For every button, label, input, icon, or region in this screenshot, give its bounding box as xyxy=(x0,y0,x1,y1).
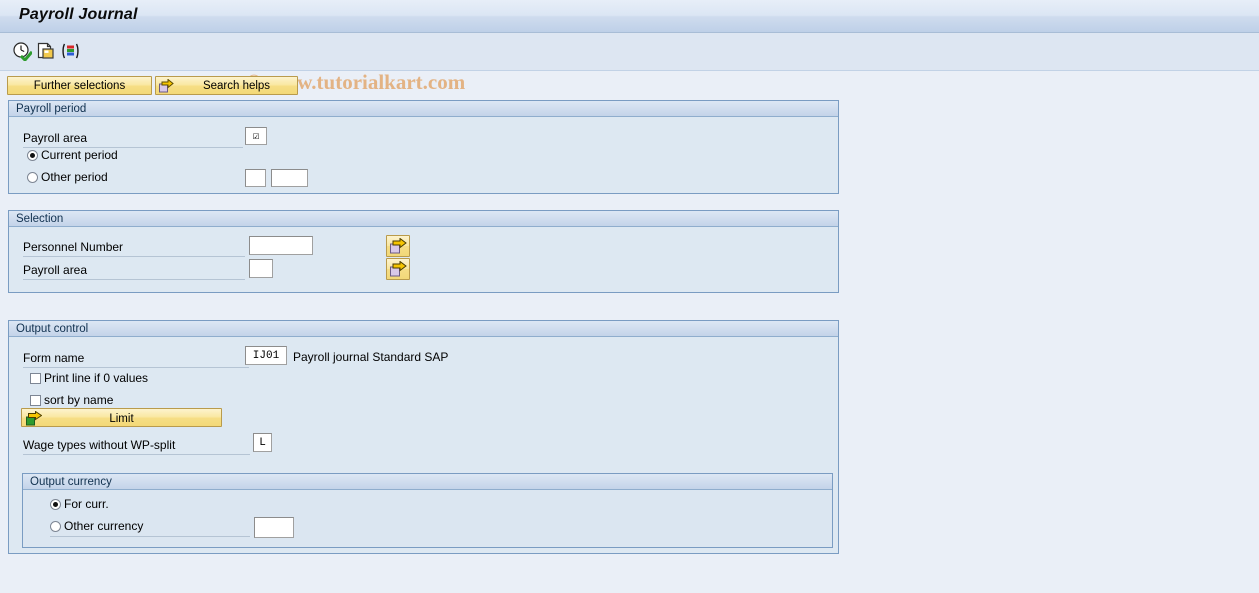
radio-other-currency-label: Other currency xyxy=(64,519,144,533)
display-layout-icon[interactable] xyxy=(60,41,80,61)
field-underline xyxy=(23,367,249,368)
search-helps-button[interactable]: Search helps xyxy=(155,76,298,95)
wage-types-input[interactable] xyxy=(253,433,272,452)
payroll-area-period-field-wrap xyxy=(245,127,267,145)
radio-current-period-dot xyxy=(27,150,38,161)
personnel-number-multi-select-button[interactable] xyxy=(386,235,410,257)
radio-for-curr-dot xyxy=(50,499,61,510)
field-underline xyxy=(23,454,250,455)
selection-button-row: Further selections Search helps xyxy=(0,71,1259,99)
arrow-right-icon xyxy=(390,261,407,277)
output-currency-body: For curr. Other currency xyxy=(23,490,832,547)
wage-types-label: Wage types without WP-split xyxy=(23,438,176,452)
arrow-right-icon xyxy=(159,78,174,93)
output-control-legend: Output control xyxy=(9,321,838,337)
radio-other-currency[interactable]: Other currency xyxy=(50,520,143,533)
field-underline xyxy=(50,536,250,537)
selection-group: Selection Personnel Number Payroll area xyxy=(8,210,839,293)
radio-other-period-dot xyxy=(27,172,38,183)
checkbox-sort-by-name[interactable]: sort by name xyxy=(30,394,113,407)
radio-current-period[interactable]: Current period xyxy=(27,149,118,162)
form-name-description: Payroll journal Standard SAP xyxy=(293,350,449,364)
checkbox-sort-by-name-label: sort by name xyxy=(44,393,114,407)
radio-for-curr-label: For curr. xyxy=(64,497,109,511)
checkbox-print-line-label: Print line if 0 values xyxy=(44,371,149,385)
further-selections-button[interactable]: Further selections xyxy=(7,76,152,95)
payroll-area-selection-input[interactable] xyxy=(249,259,273,278)
checkbox-sort-by-name-box xyxy=(30,395,41,406)
field-underline xyxy=(23,279,245,280)
output-currency-group: Output currency For curr. Other currency xyxy=(22,473,833,548)
selection-body: Personnel Number Payroll area xyxy=(9,227,838,292)
selection-legend: Selection xyxy=(9,211,838,227)
output-currency-legend: Output currency xyxy=(23,474,832,490)
other-period-input-1[interactable] xyxy=(245,169,266,187)
limit-button[interactable]: Limit xyxy=(21,408,222,427)
field-underline xyxy=(23,256,245,257)
output-control-body: Form name Payroll journal Standard SAP P… xyxy=(9,337,838,553)
payroll-area-period-label: Payroll area xyxy=(23,131,88,145)
radio-current-period-label: Current period xyxy=(41,148,118,162)
payroll-period-group: Payroll period Payroll area Current peri… xyxy=(8,100,839,194)
radio-other-period-label: Other period xyxy=(41,170,108,184)
payroll-area-selection-label: Payroll area xyxy=(23,263,88,277)
output-control-group: Output control Form name Payroll journal… xyxy=(8,320,839,554)
arrow-right-icon xyxy=(26,410,43,433)
search-helps-label: Search helps xyxy=(202,80,271,92)
get-variant-icon[interactable] xyxy=(36,41,56,61)
other-period-input-2[interactable] xyxy=(271,169,308,187)
checkbox-print-line-if-0-values[interactable]: Print line if 0 values xyxy=(30,372,148,385)
radio-for-curr[interactable]: For curr. xyxy=(50,498,109,511)
personnel-number-label: Personnel Number xyxy=(23,240,124,254)
page-title: Payroll Journal xyxy=(19,6,138,23)
radio-other-period[interactable]: Other period xyxy=(27,171,108,184)
arrow-right-icon xyxy=(390,238,407,254)
form-name-label: Form name xyxy=(23,351,85,365)
window-title-bar: Payroll Journal xyxy=(0,0,1259,33)
payroll-period-legend: Payroll period xyxy=(9,101,838,117)
limit-button-label: Limit xyxy=(109,413,134,425)
payroll-area-multi-select-button[interactable] xyxy=(386,258,410,280)
personnel-number-input[interactable] xyxy=(249,236,313,255)
form-name-input[interactable] xyxy=(245,346,287,365)
payroll-area-period-input[interactable] xyxy=(245,127,267,145)
execute-icon[interactable] xyxy=(12,41,34,63)
payroll-period-body: Payroll area Current period Other period xyxy=(9,117,838,193)
checkbox-print-line-box xyxy=(30,373,41,384)
other-currency-input[interactable] xyxy=(254,517,294,538)
application-toolbar: © www.tutorialkart.com xyxy=(0,33,1259,94)
radio-other-currency-dot xyxy=(50,521,61,532)
